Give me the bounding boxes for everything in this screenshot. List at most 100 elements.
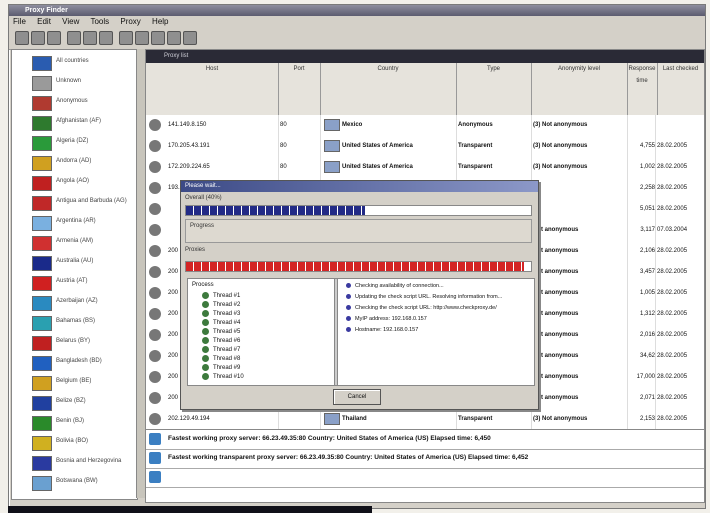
info-icon [149,471,161,483]
menu-edit[interactable]: Edit [37,17,51,26]
sidebar-item[interactable]: Belgium (BE) [12,374,137,392]
sidebar-item[interactable]: Anonymous [12,94,137,112]
menu-tools[interactable]: Tools [90,17,109,26]
sidebar-item[interactable]: Azerbaijan (AZ) [12,294,137,312]
server-icon [149,161,161,173]
flag-icon [32,396,52,411]
cancel-button[interactable]: Cancel [333,389,381,405]
country-list[interactable]: All countries Unknown Anonymous Afghanistan… [11,49,138,500]
sidebar-item[interactable]: Angola (AO) [12,174,137,192]
sidebar-item[interactable]: Australia (AU) [12,254,137,272]
sidebar-item[interactable]: Austria (AT) [12,274,137,292]
log-panel: Checking availability of connection... Up… [337,278,535,386]
proxy-list-header: Host Port Country Type Anonymity level R… [146,63,704,116]
help-icon[interactable] [183,31,197,45]
table-row[interactable]: 172.209.224.65 80 United States of America… [146,157,704,179]
menu-help[interactable]: Help [152,17,168,26]
tree-root[interactable]: Process [192,282,214,288]
cell-anonymity [533,178,628,199]
sidebar-item[interactable]: Botswana (BW) [12,474,137,492]
thread-node[interactable]: Thread #10 [202,373,244,380]
column-response-time[interactable]: Response time [627,63,658,115]
add-icon[interactable] [67,31,81,45]
sidebar-item[interactable]: Algeria (DZ) [12,134,137,152]
table-row[interactable]: 141.149.8.150 80 Mexico Anonymous (3) Not an… [146,115,704,137]
find-icon[interactable] [119,31,133,45]
sidebar-item[interactable]: Antigua and Barbuda (AG) [12,194,137,212]
sidebar-item[interactable]: Benin (BJ) [12,414,137,432]
new-icon[interactable] [15,31,29,45]
info-icon [149,452,161,464]
cell-response-time: 1,005 [627,283,656,304]
cell-type: Transparent [458,409,532,430]
sort-icon[interactable] [151,31,165,45]
sidebar-item[interactable]: Belize (BZ) [12,394,137,412]
cell-country: Mexico [342,115,457,136]
server-icon [149,329,161,341]
thread-node[interactable]: Thread #3 [202,310,240,317]
menu-proxy[interactable]: Proxy [120,17,140,26]
sidebar-item-label: Azerbaijan (AZ) [56,298,98,304]
column-last-checked[interactable]: Last checked [657,63,704,115]
open-icon[interactable] [31,31,45,45]
flag-icon [32,236,52,251]
thread-node[interactable]: Thread #9 [202,364,240,371]
table-row[interactable]: 170.205.43.191 80 United States of America… [146,136,704,158]
sidebar-item-label: Antigua and Barbuda (AG) [56,198,127,204]
cell-last-checked: 28.02.2005 [657,367,704,388]
thread-node[interactable]: Thread #8 [202,355,240,362]
column-anonymity[interactable]: Anonymity level [531,63,628,115]
column-country[interactable]: Country [320,63,457,115]
cell-port: 80 [280,157,321,178]
taskbar[interactable] [8,506,372,513]
flag-icon [32,196,52,211]
thread-node[interactable]: Thread #5 [202,328,240,335]
sidebar-item[interactable]: Andorra (AD) [12,154,137,172]
thread-node[interactable]: Thread #6 [202,337,240,344]
filter-icon[interactable] [135,31,149,45]
cell-response-time: 2,153 [627,409,656,430]
cell-response-time: 5,051 [627,199,656,220]
check-icon[interactable] [99,31,113,45]
thread-tree[interactable]: Process Thread #1 Thread #2 Thread #3 Thread… [187,278,336,386]
cell-response-time: 2,071 [627,388,656,409]
cell-last-checked: 28.02.2005 [657,346,704,367]
column-port[interactable]: Port [278,63,321,115]
sidebar-item-label: Anonymous [56,98,88,104]
sidebar-item-label: Belize (BZ) [56,398,86,404]
sidebar-item[interactable]: All countries [12,54,137,72]
remove-icon[interactable] [83,31,97,45]
status-text: Fastest working proxy server: 66.23.49.3… [168,435,491,442]
sidebar-item-label: Unknown [56,78,82,84]
sidebar-item[interactable]: Bosnia and Herzegovina [12,454,137,472]
column-host[interactable]: Host [146,63,279,115]
sidebar-item[interactable]: Unknown [12,74,137,92]
sidebar-item-label: Belgium (BE) [56,378,92,384]
log-line: Checking the check script URL: http://ww… [346,305,497,311]
sidebar-item[interactable]: Bolivia (BO) [12,434,137,452]
table-row[interactable]: 202.129.49.194 Thailand Transparent (3) Not… [146,409,704,430]
sidebar-item[interactable]: Bahamas (BS) [12,314,137,332]
sidebar-item[interactable]: Afghanistan (AF) [12,114,137,132]
menu-file[interactable]: File [13,17,26,26]
thread-node[interactable]: Thread #4 [202,319,240,326]
flag-icon [32,76,52,91]
thread-node[interactable]: Thread #1 [202,292,240,299]
sidebar-item[interactable]: Armenia (AM) [12,234,137,252]
sidebar-item[interactable]: Bangladesh (BD) [12,354,137,372]
thread-node[interactable]: Thread #2 [202,301,240,308]
thread-node[interactable]: Thread #7 [202,346,240,353]
save-icon[interactable] [47,31,61,45]
thread-status-icon [202,328,209,335]
cell-last-checked: 28.02.2005 [657,304,704,325]
menu-view[interactable]: View [62,17,79,26]
column-type[interactable]: Type [456,63,532,115]
sidebar-scrollbar[interactable] [136,49,145,498]
proxies-progress-fill [186,262,525,271]
sidebar-item[interactable]: Argentina (AR) [12,214,137,232]
sidebar-item[interactable]: Belarus (BY) [12,334,137,352]
cell-anonymity: Not anonymous [533,262,628,283]
stop-icon[interactable] [167,31,181,45]
flag-icon [32,116,52,131]
cell-last-checked: 28.02.2005 [657,388,704,409]
